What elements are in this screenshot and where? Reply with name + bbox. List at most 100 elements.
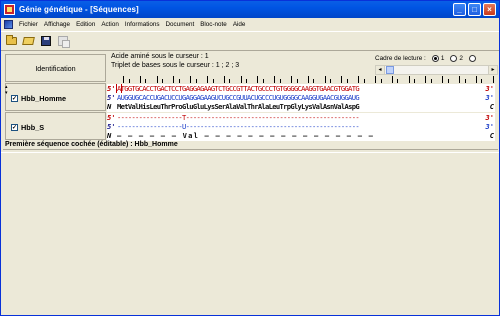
ruler-tick [162,79,164,83]
ruler-tick [207,76,208,83]
ruler-tick [492,76,494,83]
position-ruler [111,76,495,84]
ruler-tick [324,76,326,83]
scroll-right-arrow-icon[interactable]: ▸ [488,66,497,74]
ruler-tick [341,76,343,83]
sequence-1-dna[interactable]: 5'ATGGTGCACCTGACTCCTGAGGAGAAGTCTGCCGTTAC… [107,84,495,93]
save-button[interactable] [38,34,53,49]
reading-frame-label: Cadre de lecture : [375,54,426,62]
identification-header: Identification [5,54,106,82]
save-icon [40,36,51,46]
horizontal-scrollbar[interactable]: ◂ ▸ [375,65,498,75]
dna-5-prime-label: 5' [107,84,116,93]
protein-c-terminal-label: C [489,102,494,111]
menu-fichier[interactable]: Fichier [16,21,41,28]
menu-document[interactable]: Document [163,21,198,28]
sequence-2-rna[interactable]: 5'------------------U-------------------… [107,122,495,131]
ruler-tick [375,76,376,83]
menu-action[interactable]: Action [98,21,122,28]
ruler-tick [330,79,332,83]
protein-n-terminal-label: N [107,102,112,111]
ruler-tick [257,76,259,83]
ruler-tick [179,79,180,83]
ruler-tick [431,79,432,83]
scroll-thumb[interactable] [386,66,394,74]
ruler-tick [279,79,281,83]
ruler-tick [307,76,309,83]
ruler-tick [459,76,460,83]
sequence-1-name[interactable]: Hbb_Homme [21,94,66,103]
rna-5-prime-label: 5' [107,122,116,131]
open-button[interactable] [4,34,19,49]
ruler-tick [296,79,298,83]
ruler-tick [397,79,399,83]
menu-aide[interactable]: Aide [230,21,249,28]
sequence-2-checkbox[interactable]: ✓ [11,123,18,131]
ruler-tick [274,76,276,83]
frame-radio-2[interactable] [450,54,458,62]
toolbar [1,31,499,51]
sequence-panel: Identification Acide aminé sous le curse… [3,52,498,141]
close-button[interactable]: × [483,3,496,16]
app-icon[interactable] [4,4,15,15]
menu-edition[interactable]: Edition [73,21,98,28]
dna-3-prime-label: 3' [485,113,494,122]
ruler-tick [156,76,158,83]
ruler-tick [291,76,292,83]
empty-client-area [1,152,499,315]
ruler-tick [358,76,360,83]
ruler-tick [128,79,130,83]
ruler-tick [240,76,242,83]
sequence-1-checkbox[interactable]: ✓ [11,94,18,102]
ruler-tick [391,76,393,83]
ruler-tick [347,79,348,83]
ruler-tick [145,79,147,83]
protein-residues: MetValHisLeuThrProGluGluLysSerAlaValThrA… [117,102,360,111]
title-bar[interactable]: Génie génétique - [Séquences] _ □ × [1,1,499,18]
ruler-tick [475,76,477,83]
sequence-2-dna[interactable]: 5'------------------T-------------------… [107,113,495,122]
copy-button[interactable] [55,34,70,49]
open-document-button[interactable] [21,34,36,49]
triplet-info: Triplet de bases sous le curseur : 1 ; 2… [111,62,240,69]
frame-radio-1[interactable] [431,54,439,62]
sequence-2-block: 5'------------------T-------------------… [107,113,495,141]
open-document-icon [22,37,35,45]
ruler-tick [246,79,248,83]
status-bar: Première séquence cochée (éditable) : Hb… [3,139,498,150]
rna-3-prime-label: 3' [485,93,494,102]
sequence-1-block: 5'ATGGTGCACCTGACTCCTGAGGAGAAGTCTGCCGTTAC… [107,84,495,112]
sequence-1-protein[interactable]: N MetValHisLeuThrProGluGluLysSerAlaValThr… [107,102,495,111]
cursor-info: Acide aminé sous le curseur : 1 Triplet … [111,52,239,70]
ruler-tick [447,79,449,83]
frame-radio-3[interactable] [468,54,476,62]
scroll-left-arrow-icon[interactable]: ◂ [376,66,385,74]
minimize-button[interactable]: _ [453,3,466,16]
amino-acid-info: Acide aminé sous le curseur : 1 [111,53,209,60]
dna-5-prime-label: 5' [107,113,116,122]
sequence-2-name-cell: ✓ Hbb_S [5,112,106,140]
ruler-tick [313,79,315,83]
maximize-button[interactable]: □ [468,3,481,16]
menu-bloc-note[interactable]: Bloc-note [197,21,230,28]
frame-option-1: 1 [440,54,445,62]
rna-bases: AUGGUGCACCUGACUCCUGAGGAGAAGUCUGCCGUUACUG… [117,93,360,102]
sequence-2-name[interactable]: Hbb_S [21,123,44,132]
window-title: Génie génétique - [Séquences] [19,5,139,14]
menu-affichage[interactable]: Affichage [41,21,73,28]
ruler-tick [212,79,214,83]
dna-bases: TGGTGCACCTGACTCCTGAGGAGAAGTCTGCCGTTACTGC… [120,84,360,93]
sequence-1-label: ✓ Hbb_Homme [6,91,66,105]
frame-option-2: 2 [459,54,463,62]
ruler-tick [195,79,197,83]
menu-informations[interactable]: Informations [122,21,163,28]
ruler-tick [190,76,192,83]
ruler-tick [442,76,444,83]
ruler-tick [363,79,365,83]
ruler-tick [263,79,264,83]
ruler-tick [229,79,231,83]
sequence-1-rna[interactable]: 5'AUGGUGCACCUGACUCCUGAGGAGAAGUCUGCCGUUAC… [107,93,495,102]
menu-bar: Fichier Affichage Edition Action Informa… [1,18,499,30]
ruler-tick [481,79,483,83]
document-icon[interactable] [4,19,13,29]
